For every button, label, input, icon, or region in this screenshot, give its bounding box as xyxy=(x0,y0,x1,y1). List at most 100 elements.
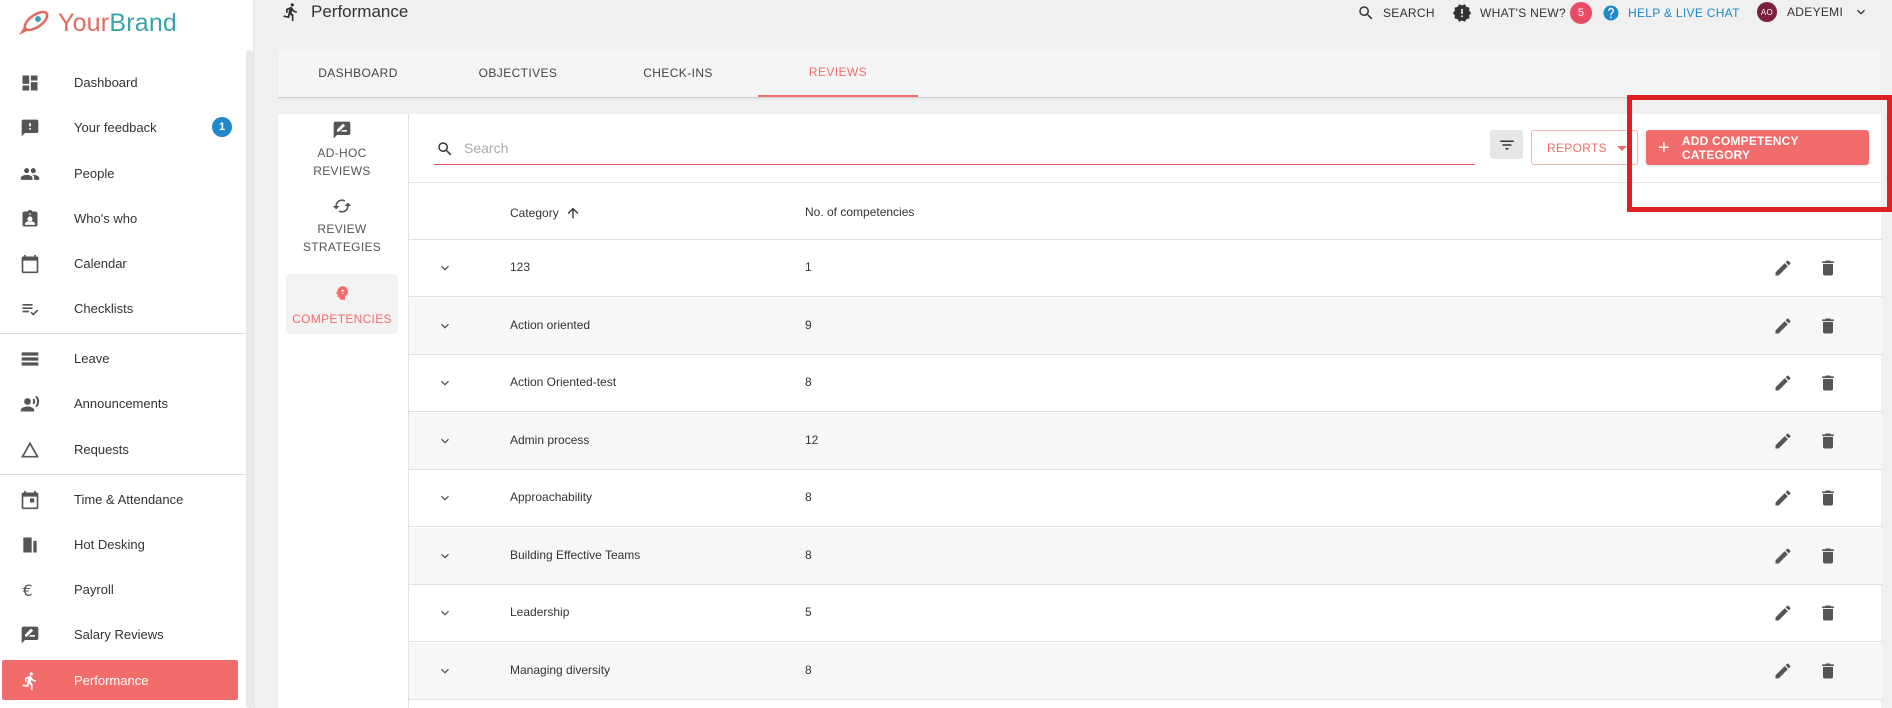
people-icon xyxy=(20,168,40,180)
row-category: Building Effective Teams xyxy=(510,547,641,562)
sidebar-item-hot-desking[interactable]: Hot Desking xyxy=(2,524,238,564)
row-competency-count: 8 xyxy=(805,375,812,389)
expand-chevron-icon[interactable] xyxy=(437,318,453,339)
rate-review-icon xyxy=(333,121,351,139)
whats-new-count-badge: 5 xyxy=(1570,2,1593,24)
sidebar-item-payroll[interactable]: € Payroll xyxy=(2,569,238,609)
sidebar-item-requests[interactable]: Requests xyxy=(2,429,238,469)
delete-icon[interactable] xyxy=(1818,488,1838,513)
search-input[interactable] xyxy=(464,136,1444,160)
table-row[interactable]: 123 1 xyxy=(409,240,1882,297)
delete-icon[interactable] xyxy=(1818,316,1838,341)
table-row[interactable]: Leadership 5 xyxy=(409,585,1882,642)
sidebar-scrollbar[interactable] xyxy=(246,50,253,708)
sidebar-item-label: Salary Reviews xyxy=(74,626,164,642)
sidebar-item-announcements[interactable]: Announcements xyxy=(2,383,238,423)
search-button[interactable]: SEARCH xyxy=(1357,4,1435,22)
brand-logo[interactable]: YourBrand xyxy=(16,6,177,40)
caret-down-icon xyxy=(1617,146,1627,151)
sidebar-item-whos-who[interactable]: Who's who xyxy=(2,198,238,238)
expand-chevron-icon[interactable] xyxy=(437,490,453,511)
table-row[interactable]: Managing diversity 8 xyxy=(409,642,1882,700)
user-menu[interactable]: AO ADEYEMI xyxy=(1757,2,1877,22)
edit-icon[interactable] xyxy=(1773,661,1793,686)
delete-icon[interactable] xyxy=(1818,258,1838,283)
table-row[interactable]: Action Oriented-test 8 xyxy=(409,355,1882,412)
sidebar-item-checklists[interactable]: Checklists xyxy=(2,288,238,328)
edit-icon[interactable] xyxy=(1773,316,1793,341)
subnav-review-strategies[interactable]: REVIEW STRATEGIES xyxy=(286,196,398,260)
expand-chevron-icon[interactable] xyxy=(437,375,453,396)
time-attendance-icon xyxy=(21,490,39,510)
column-header-label: No. of competencies xyxy=(805,205,915,219)
hot-desking-icon xyxy=(23,537,37,553)
edit-icon[interactable] xyxy=(1773,431,1793,456)
announcement-icon xyxy=(20,395,40,412)
sidebar-item-performance[interactable]: Performance xyxy=(2,660,238,700)
edit-icon[interactable] xyxy=(1773,373,1793,398)
subnav-competencies[interactable]: COMPETENCIES xyxy=(286,274,398,334)
lightbulb-head-icon xyxy=(335,286,349,300)
filter-icon xyxy=(1499,140,1514,149)
sort-arrow-up-icon xyxy=(567,207,579,219)
column-header-category[interactable]: Category xyxy=(510,205,581,221)
delete-icon[interactable] xyxy=(1818,431,1838,456)
whats-new-button[interactable]: WHAT'S NEW? 5 xyxy=(1452,2,1593,24)
table-row[interactable]: Building Effective Teams 8 xyxy=(409,527,1882,585)
alert-badge-icon xyxy=(1452,4,1472,22)
expand-chevron-icon[interactable] xyxy=(437,663,453,684)
subnav-label: AD-HOC xyxy=(317,146,367,160)
salary-reviews-icon xyxy=(21,626,39,644)
delete-icon[interactable] xyxy=(1818,546,1838,571)
table-row[interactable]: Action oriented 9 xyxy=(409,297,1882,355)
sidebar-item-label: Who's who xyxy=(74,210,138,226)
whats-new-label: WHAT'S NEW? xyxy=(1480,6,1567,20)
tab-objectives[interactable]: OBJECTIVES xyxy=(438,49,598,97)
table-header: Category No. of competencies xyxy=(409,182,1882,240)
requests-icon xyxy=(21,441,39,458)
row-competency-count: 8 xyxy=(805,490,812,504)
search-field[interactable] xyxy=(434,132,1475,165)
subnav-label: STRATEGIES xyxy=(302,240,382,254)
help-live-chat-button[interactable]: HELP & LIVE CHAT xyxy=(1602,4,1740,22)
tab-reviews[interactable]: REVIEWS xyxy=(758,49,918,97)
delete-icon[interactable] xyxy=(1818,603,1838,628)
table-row[interactable]: Admin process 12 xyxy=(409,412,1882,470)
sidebar-item-people[interactable]: People xyxy=(2,153,238,193)
sidebar-item-leave[interactable]: Leave xyxy=(2,338,238,378)
sidebar-item-calendar[interactable]: Calendar xyxy=(2,243,238,283)
sidebar-item-label: Time & Attendance xyxy=(74,491,184,507)
expand-chevron-icon[interactable] xyxy=(437,433,453,454)
edit-icon[interactable] xyxy=(1773,488,1793,513)
sidebar-item-label: People xyxy=(74,165,115,181)
delete-icon[interactable] xyxy=(1818,661,1838,686)
row-category: Action oriented xyxy=(510,317,591,332)
top-bar: Performance SEARCH WHAT'S NEW? 5 HELP & … xyxy=(255,0,1892,28)
row-category: Managing diversity xyxy=(510,662,611,677)
sidebar-item-label: Announcements xyxy=(74,395,168,411)
tab-check-ins[interactable]: CHECK-INS xyxy=(598,49,758,97)
edit-icon[interactable] xyxy=(1773,603,1793,628)
table-row[interactable]: Approachability 8 xyxy=(409,470,1882,527)
expand-chevron-icon[interactable] xyxy=(437,605,453,626)
expand-chevron-icon[interactable] xyxy=(437,260,453,281)
add-competency-category-button[interactable]: + ADD COMPETENCY CATEGORY xyxy=(1646,130,1869,165)
tab-dashboard[interactable]: DASHBOARD xyxy=(278,49,438,97)
delete-icon[interactable] xyxy=(1818,373,1838,398)
sidebar-item-salary-reviews[interactable]: Salary Reviews xyxy=(2,614,238,654)
brand-name-part1: Your xyxy=(58,8,110,37)
sidebar-divider xyxy=(0,474,246,475)
reports-dropdown-button[interactable]: REPORTS xyxy=(1531,130,1638,165)
edit-icon[interactable] xyxy=(1773,546,1793,571)
sidebar-item-label: Hot Desking xyxy=(74,536,145,552)
column-header-count[interactable]: No. of competencies xyxy=(805,205,914,219)
euro-icon: € xyxy=(23,581,33,600)
sidebar-item-time-attendance[interactable]: Time & Attendance xyxy=(2,479,238,519)
sidebar-item-dashboard[interactable]: Dashboard xyxy=(2,62,238,102)
filter-button[interactable] xyxy=(1490,130,1523,159)
subnav-ad-hoc-reviews[interactable]: AD-HOC REVIEWS xyxy=(286,120,398,184)
edit-icon[interactable] xyxy=(1773,258,1793,283)
page-title-text: Performance xyxy=(311,2,409,21)
expand-chevron-icon[interactable] xyxy=(437,548,453,569)
sidebar-item-your-feedback[interactable]: Your feedback 1 xyxy=(2,107,238,147)
